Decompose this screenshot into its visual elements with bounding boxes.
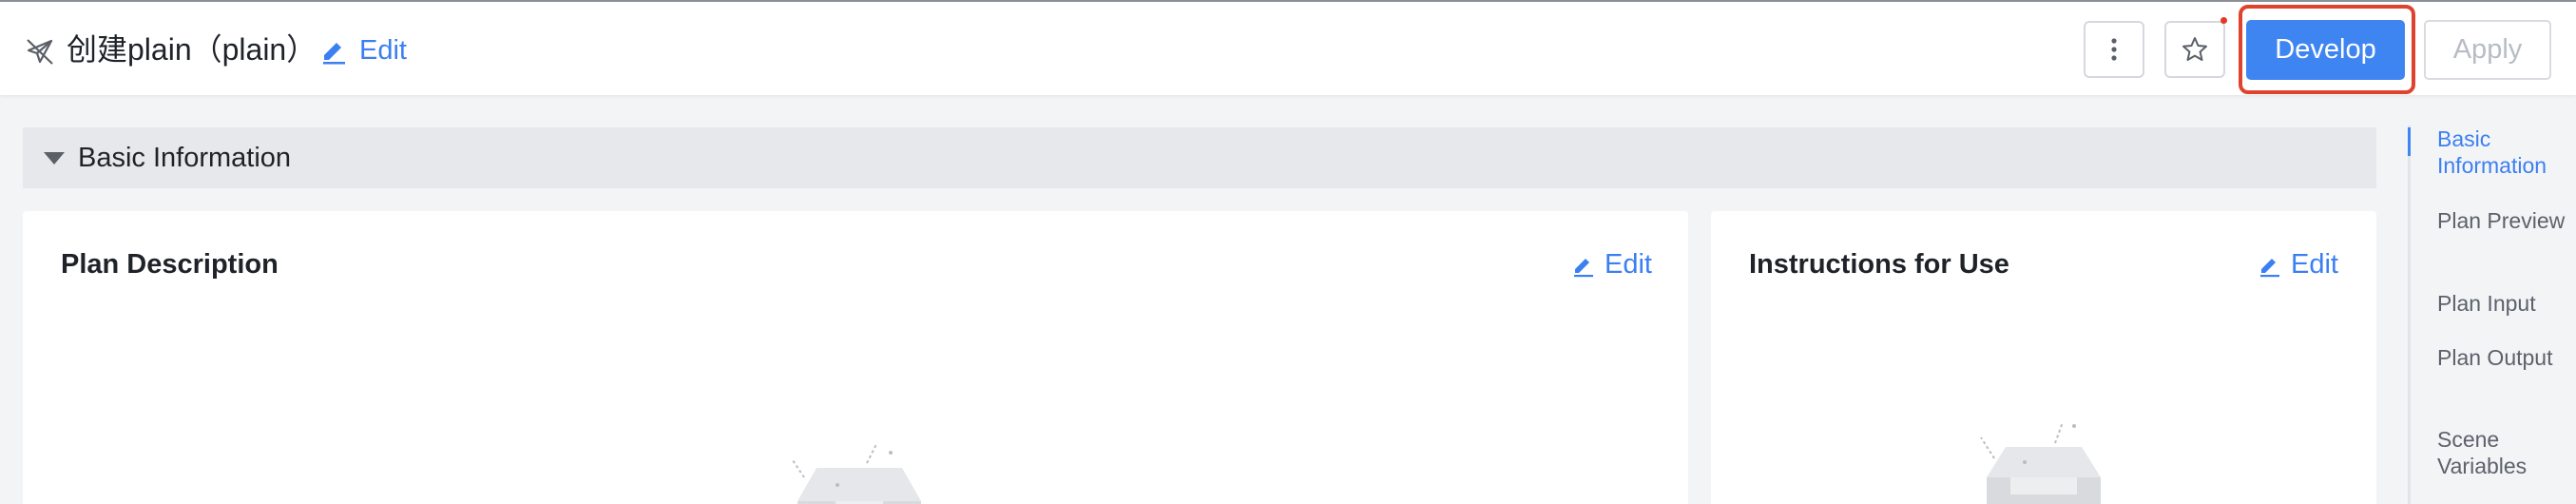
anchor-navigation: Basic Information Plan Preview Plan Inpu… xyxy=(2405,126,2576,504)
more-vertical-icon xyxy=(2111,38,2117,61)
section-title: Basic Information xyxy=(78,142,292,173)
anchor-item-plan-input[interactable]: Plan Input xyxy=(2437,290,2576,317)
pencil-icon xyxy=(1574,258,1594,277)
basic-information-section-header[interactable]: Basic Information xyxy=(23,127,2376,188)
edit-title-label: Edit xyxy=(359,34,407,66)
top-header: 创建plain（plain） Edit Develop Apply xyxy=(0,0,2576,95)
anchor-item-plan-preview[interactable]: Plan Preview xyxy=(2437,207,2576,234)
develop-button[interactable]: Develop xyxy=(2246,20,2405,80)
anchor-item-basic-information[interactable]: Basic Information xyxy=(2437,126,2576,179)
empty-box-icon xyxy=(792,443,921,504)
pencil-icon xyxy=(323,43,345,65)
apply-button[interactable]: Apply xyxy=(2424,20,2551,80)
plan-title: 创建plain（plain） xyxy=(67,32,317,67)
plan-description-title: Plan Description xyxy=(61,249,279,280)
paper-plane-icon xyxy=(27,39,53,65)
edit-title-button[interactable]: Edit xyxy=(319,31,407,69)
favorite-button[interactable] xyxy=(2164,21,2225,78)
caret-down-icon xyxy=(44,151,65,165)
plan-description-card: Plan Description Edit xyxy=(23,211,1688,504)
notification-dot xyxy=(2220,17,2227,24)
anchor-item-scene-variables[interactable]: Scene Variables xyxy=(2437,426,2576,479)
edit-description-button[interactable]: Edit xyxy=(1571,249,1652,281)
star-icon xyxy=(2182,37,2207,61)
more-button[interactable] xyxy=(2084,21,2144,78)
empty-box-icon xyxy=(1980,421,2101,504)
edit-description-label: Edit xyxy=(1605,249,1652,280)
instructions-card: Instructions for Use Edit xyxy=(1711,211,2376,504)
anchor-active-indicator xyxy=(2408,127,2411,156)
edit-instructions-label: Edit xyxy=(2291,249,2338,280)
anchor-item-plan-output[interactable]: Plan Output xyxy=(2437,344,2576,371)
instructions-title: Instructions for Use xyxy=(1749,249,2009,280)
anchor-track xyxy=(2408,126,2411,504)
pencil-icon xyxy=(2260,258,2280,277)
edit-instructions-button[interactable]: Edit xyxy=(2258,249,2338,281)
